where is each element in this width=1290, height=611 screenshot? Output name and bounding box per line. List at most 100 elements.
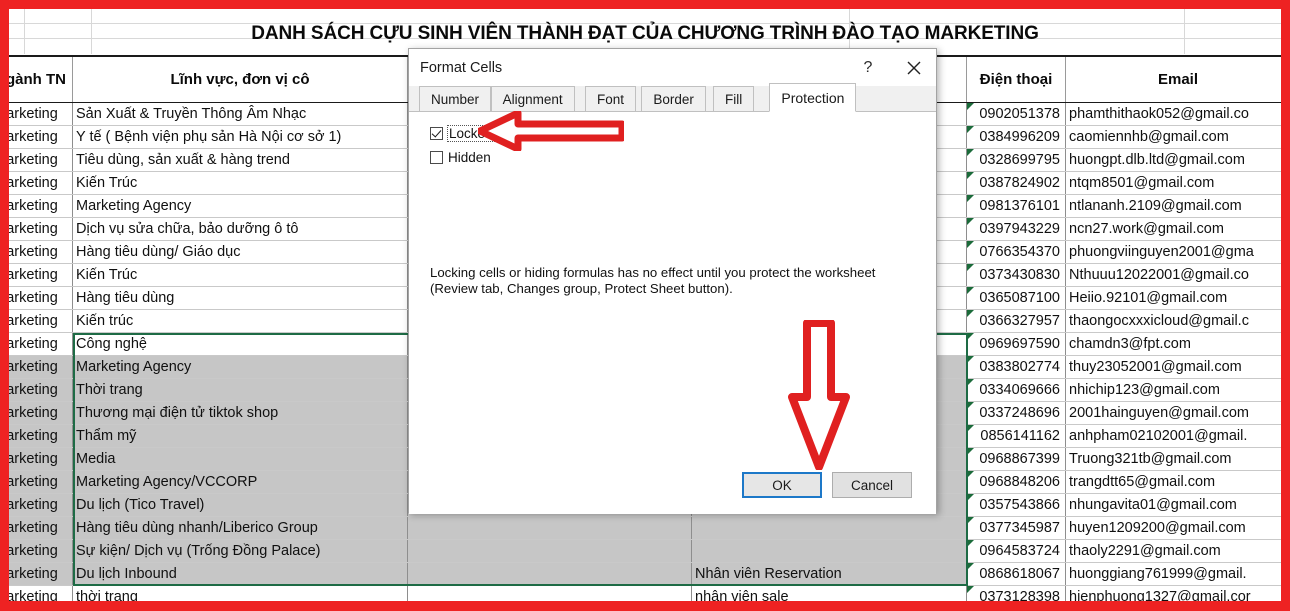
cell-linh-vuc[interactable]: Kiến Trúc — [73, 172, 408, 194]
table-row[interactable]: larketing Hàng tiêu dùng nhanh/Liberico G… — [0, 517, 1290, 540]
cell-linh-vuc[interactable]: Hàng tiêu dùng/ Giáo dục — [73, 241, 408, 263]
cell-linh-vuc[interactable]: Du lịch (Tico Travel) — [73, 494, 408, 516]
column-header-linhvuc[interactable]: Lĩnh vực, đơn vị cô — [73, 57, 408, 102]
dialog-tab-number[interactable]: Number — [419, 86, 492, 112]
dialog-tab-fill[interactable]: Fill — [713, 86, 755, 112]
dialog-tab-font[interactable]: Font — [585, 86, 637, 112]
cell-dien-thoai[interactable]: 0384996209 — [967, 126, 1066, 148]
cell-email[interactable]: huonggiang761999@gmail. — [1066, 563, 1290, 585]
cell-email[interactable]: nhichip123@gmail.com — [1066, 379, 1290, 401]
cell-linh-vuc[interactable]: Công nghệ — [73, 333, 408, 355]
cell-mid-hidden-behind-dialog[interactable] — [408, 540, 692, 562]
cell-linh-vuc[interactable]: Dịch vụ sửa chữa, bảo dưỡng ô tô — [73, 218, 408, 240]
cell-dien-thoai[interactable]: 0377345987 — [967, 517, 1066, 539]
cell-nganh-tn[interactable]: larketing — [0, 379, 73, 401]
cell-email[interactable]: chamdn3@fpt.com — [1066, 333, 1290, 355]
cell-nganh-tn[interactable]: larketing — [0, 195, 73, 217]
cell-linh-vuc[interactable]: Kiến trúc — [73, 310, 408, 332]
cell-email[interactable]: phamthithaok052@gmail.co — [1066, 103, 1290, 125]
dialog-tabstrip[interactable]: Number Alignment Font Border Fill Protection — [409, 83, 936, 112]
cell-linh-vuc[interactable]: Thẩm mỹ — [73, 425, 408, 447]
cell-mid-hidden-behind-dialog[interactable] — [408, 517, 692, 539]
cell-linh-vuc[interactable]: Kiến Trúc — [73, 264, 408, 286]
cell-vi-tri[interactable]: Nhân viên Reservation — [692, 563, 967, 585]
cell-linh-vuc[interactable]: Marketing Agency — [73, 356, 408, 378]
ok-button[interactable]: OK — [742, 472, 822, 498]
cell-dien-thoai[interactable]: 0373430830 — [967, 264, 1066, 286]
cell-linh-vuc[interactable]: Thời trang — [73, 379, 408, 401]
cell-email[interactable]: huyen1209200@gmail.com — [1066, 517, 1290, 539]
cell-dien-thoai[interactable]: 0334069666 — [967, 379, 1066, 401]
cell-nganh-tn[interactable]: larketing — [0, 517, 73, 539]
cell-email[interactable]: ntlananh.2109@gmail.com — [1066, 195, 1290, 217]
cell-email[interactable]: Nthuuu12022001@gmail.co — [1066, 264, 1290, 286]
cell-email[interactable]: phuongviinguyen2001@gma — [1066, 241, 1290, 263]
cell-nganh-tn[interactable]: larketing — [0, 448, 73, 470]
cell-nganh-tn[interactable]: larketing — [0, 126, 73, 148]
cell-nganh-tn[interactable]: larketing — [0, 103, 73, 125]
cell-nganh-tn[interactable]: larketing — [0, 471, 73, 493]
table-row[interactable]: larketing Du lịch Inbound Nhân viên Reserv… — [0, 563, 1290, 586]
cell-dien-thoai[interactable]: 0383802774 — [967, 356, 1066, 378]
cell-nganh-tn[interactable]: larketing — [0, 287, 73, 309]
cell-linh-vuc[interactable]: Y tế ( Bệnh viện phụ sản Hà Nội cơ sở 1) — [73, 126, 408, 148]
cell-linh-vuc[interactable]: Tiêu dùng, sản xuất & hàng trend — [73, 149, 408, 171]
locked-checkbox[interactable] — [430, 127, 443, 140]
cell-nganh-tn[interactable]: larketing — [0, 563, 73, 585]
cell-dien-thoai[interactable]: 0328699795 — [967, 149, 1066, 171]
cell-nganh-tn[interactable]: larketing — [0, 241, 73, 263]
cell-email[interactable]: nhungavita01@gmail.com — [1066, 494, 1290, 516]
cell-dien-thoai[interactable]: 0366327957 — [967, 310, 1066, 332]
cell-linh-vuc[interactable]: Hàng tiêu dùng — [73, 287, 408, 309]
cell-linh-vuc[interactable]: Marketing Agency/VCCORP — [73, 471, 408, 493]
column-header-email[interactable]: Email — [1066, 57, 1290, 102]
cell-mid-hidden-behind-dialog[interactable] — [408, 563, 692, 585]
cell-email[interactable]: anhpham02102001@gmail. — [1066, 425, 1290, 447]
cell-dien-thoai[interactable]: 0387824902 — [967, 172, 1066, 194]
cell-nganh-tn[interactable]: larketing — [0, 264, 73, 286]
cell-nganh-tn[interactable]: larketing — [0, 149, 73, 171]
cell-dien-thoai[interactable]: 0868618067 — [967, 563, 1066, 585]
cell-dien-thoai[interactable]: 0766354370 — [967, 241, 1066, 263]
dialog-tab-protection[interactable]: Protection — [769, 83, 857, 112]
cell-email[interactable]: thaongocxxxicloud@gmail.c — [1066, 310, 1290, 332]
cell-dien-thoai[interactable]: 0969697590 — [967, 333, 1066, 355]
cell-nganh-tn[interactable]: larketing — [0, 402, 73, 424]
cell-nganh-tn[interactable]: larketing — [0, 356, 73, 378]
cell-dien-thoai[interactable]: 0968867399 — [967, 448, 1066, 470]
table-row[interactable]: larketing Sự kiện/ Dịch vụ (Trống Đồng Pa… — [0, 540, 1290, 563]
cell-dien-thoai[interactable]: 0964583724 — [967, 540, 1066, 562]
cell-linh-vuc[interactable]: Marketing Agency — [73, 195, 408, 217]
cell-dien-thoai[interactable]: 0981376101 — [967, 195, 1066, 217]
dialog-tab-border[interactable]: Border — [641, 86, 706, 112]
cell-email[interactable]: thaoly2291@gmail.com — [1066, 540, 1290, 562]
cell-email[interactable]: thuy23052001@gmail.com — [1066, 356, 1290, 378]
cell-email[interactable]: Heiio.92101@gmail.com — [1066, 287, 1290, 309]
cell-email[interactable]: Truong321tb@gmail.com — [1066, 448, 1290, 470]
cell-linh-vuc[interactable]: Du lịch Inbound — [73, 563, 408, 585]
cell-dien-thoai[interactable]: 0337248696 — [967, 402, 1066, 424]
cell-dien-thoai[interactable]: 0397943229 — [967, 218, 1066, 240]
cell-nganh-tn[interactable]: larketing — [0, 333, 73, 355]
cell-linh-vuc[interactable]: Hàng tiêu dùng nhanh/Liberico Group — [73, 517, 408, 539]
cell-vi-tri[interactable] — [692, 540, 967, 562]
cell-linh-vuc[interactable]: Media — [73, 448, 408, 470]
hidden-checkbox[interactable] — [430, 151, 443, 164]
cell-linh-vuc[interactable]: Thương mại điện tử tiktok shop — [73, 402, 408, 424]
cell-nganh-tn[interactable]: larketing — [0, 425, 73, 447]
column-header-phone[interactable]: Điện thoại — [967, 57, 1066, 102]
cell-dien-thoai[interactable]: 0968848206 — [967, 471, 1066, 493]
cell-nganh-tn[interactable]: larketing — [0, 218, 73, 240]
cell-linh-vuc[interactable]: Sản Xuất & Truyền Thông Âm Nhạc — [73, 103, 408, 125]
cell-email[interactable]: 2001hainguyen@gmail.com — [1066, 402, 1290, 424]
cell-linh-vuc[interactable]: Sự kiện/ Dịch vụ (Trống Đồng Palace) — [73, 540, 408, 562]
cell-email[interactable]: trangdtt65@gmail.com — [1066, 471, 1290, 493]
cell-vi-tri[interactable] — [692, 517, 967, 539]
cell-dien-thoai[interactable]: 0856141162 — [967, 425, 1066, 447]
cancel-button[interactable]: Cancel — [832, 472, 912, 498]
column-header-nganh[interactable]: gành TN — [0, 57, 73, 102]
cell-email[interactable]: huongpt.dlb.ltd@gmail.com — [1066, 149, 1290, 171]
cell-dien-thoai[interactable]: 0902051378 — [967, 103, 1066, 125]
close-icon[interactable] — [892, 49, 936, 86]
cell-email[interactable]: caomiennhb@gmail.com — [1066, 126, 1290, 148]
